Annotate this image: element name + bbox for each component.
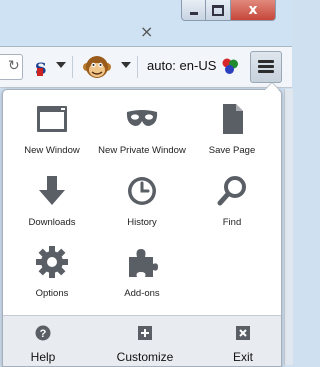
title-bar: × x bbox=[0, 0, 292, 46]
toolbar-separator bbox=[137, 56, 138, 78]
extension-s-icon[interactable]: S bbox=[35, 59, 47, 78]
maximize-button[interactable] bbox=[206, 0, 231, 21]
maximize-icon bbox=[212, 4, 224, 16]
help-icon: ? bbox=[35, 325, 51, 341]
menu-item-new-private-window[interactable]: New Private Window bbox=[96, 102, 188, 156]
gear-icon bbox=[36, 246, 68, 278]
menu-item-label: Find bbox=[222, 217, 242, 228]
main-menu-panel: New Window New Private Window Save Page … bbox=[2, 82, 282, 367]
language-indicator[interactable]: auto: en-US bbox=[147, 58, 216, 73]
mask-icon bbox=[126, 110, 158, 126]
new-window-icon bbox=[37, 106, 67, 132]
puzzle-icon bbox=[129, 249, 158, 277]
tab-close-button[interactable]: × bbox=[140, 22, 153, 41]
exit-icon bbox=[236, 326, 250, 340]
menu-item-find[interactable]: Find bbox=[186, 174, 278, 228]
svg-text:?: ? bbox=[40, 328, 47, 340]
menu-item-save-page[interactable]: Save Page bbox=[186, 102, 278, 156]
exit-label: Exit bbox=[232, 350, 253, 364]
open-menu-button[interactable] bbox=[250, 51, 282, 83]
window-edge bbox=[284, 89, 293, 365]
exit-button[interactable]: Exit bbox=[203, 316, 283, 366]
menu-item-label: Options bbox=[35, 288, 69, 299]
toolbar-separator bbox=[72, 56, 73, 78]
clock-icon bbox=[128, 177, 156, 205]
hamburger-line bbox=[258, 70, 274, 73]
chevron-down-icon[interactable] bbox=[56, 62, 66, 68]
hamburger-line bbox=[258, 60, 274, 63]
customize-label: Customize bbox=[116, 350, 174, 364]
menu-item-label: History bbox=[127, 217, 157, 228]
menu-item-options[interactable]: Options bbox=[6, 245, 98, 299]
magnifier-icon bbox=[217, 176, 246, 206]
menu-item-label: New Private Window bbox=[98, 145, 186, 156]
menu-item-label: Add-ons bbox=[124, 288, 160, 299]
menu-item-downloads[interactable]: Downloads bbox=[6, 174, 98, 228]
minimize-icon bbox=[189, 11, 198, 15]
help-label: Help bbox=[30, 350, 56, 364]
greasemonkey-icon[interactable] bbox=[83, 53, 111, 81]
color-dots-icon[interactable] bbox=[221, 57, 239, 75]
help-button[interactable]: ? Help bbox=[3, 316, 83, 366]
hamburger-line bbox=[258, 65, 274, 68]
menu-item-label: New Window bbox=[24, 145, 80, 156]
download-arrow-icon bbox=[39, 176, 65, 205]
window-controls: x bbox=[181, 0, 276, 21]
menu-item-add-ons[interactable]: Add-ons bbox=[96, 245, 188, 299]
minimize-button[interactable] bbox=[181, 0, 206, 21]
menu-item-new-window[interactable]: New Window bbox=[6, 102, 98, 156]
close-window-button[interactable]: x bbox=[231, 0, 276, 21]
customize-button[interactable]: Customize bbox=[95, 316, 195, 366]
chevron-down-icon[interactable] bbox=[121, 62, 131, 68]
reload-icon[interactable]: ↻ bbox=[8, 58, 20, 74]
menu-footer: ? Help Customize Exit bbox=[3, 315, 281, 366]
navigation-toolbar: ↻ S auto: en-US bbox=[0, 46, 292, 88]
menu-item-label: Downloads bbox=[28, 217, 76, 228]
page-icon bbox=[223, 104, 243, 134]
menu-item-history[interactable]: History bbox=[96, 174, 188, 228]
plus-icon bbox=[138, 326, 152, 340]
close-icon: x bbox=[248, 2, 258, 18]
menu-item-label: Save Page bbox=[208, 145, 256, 156]
